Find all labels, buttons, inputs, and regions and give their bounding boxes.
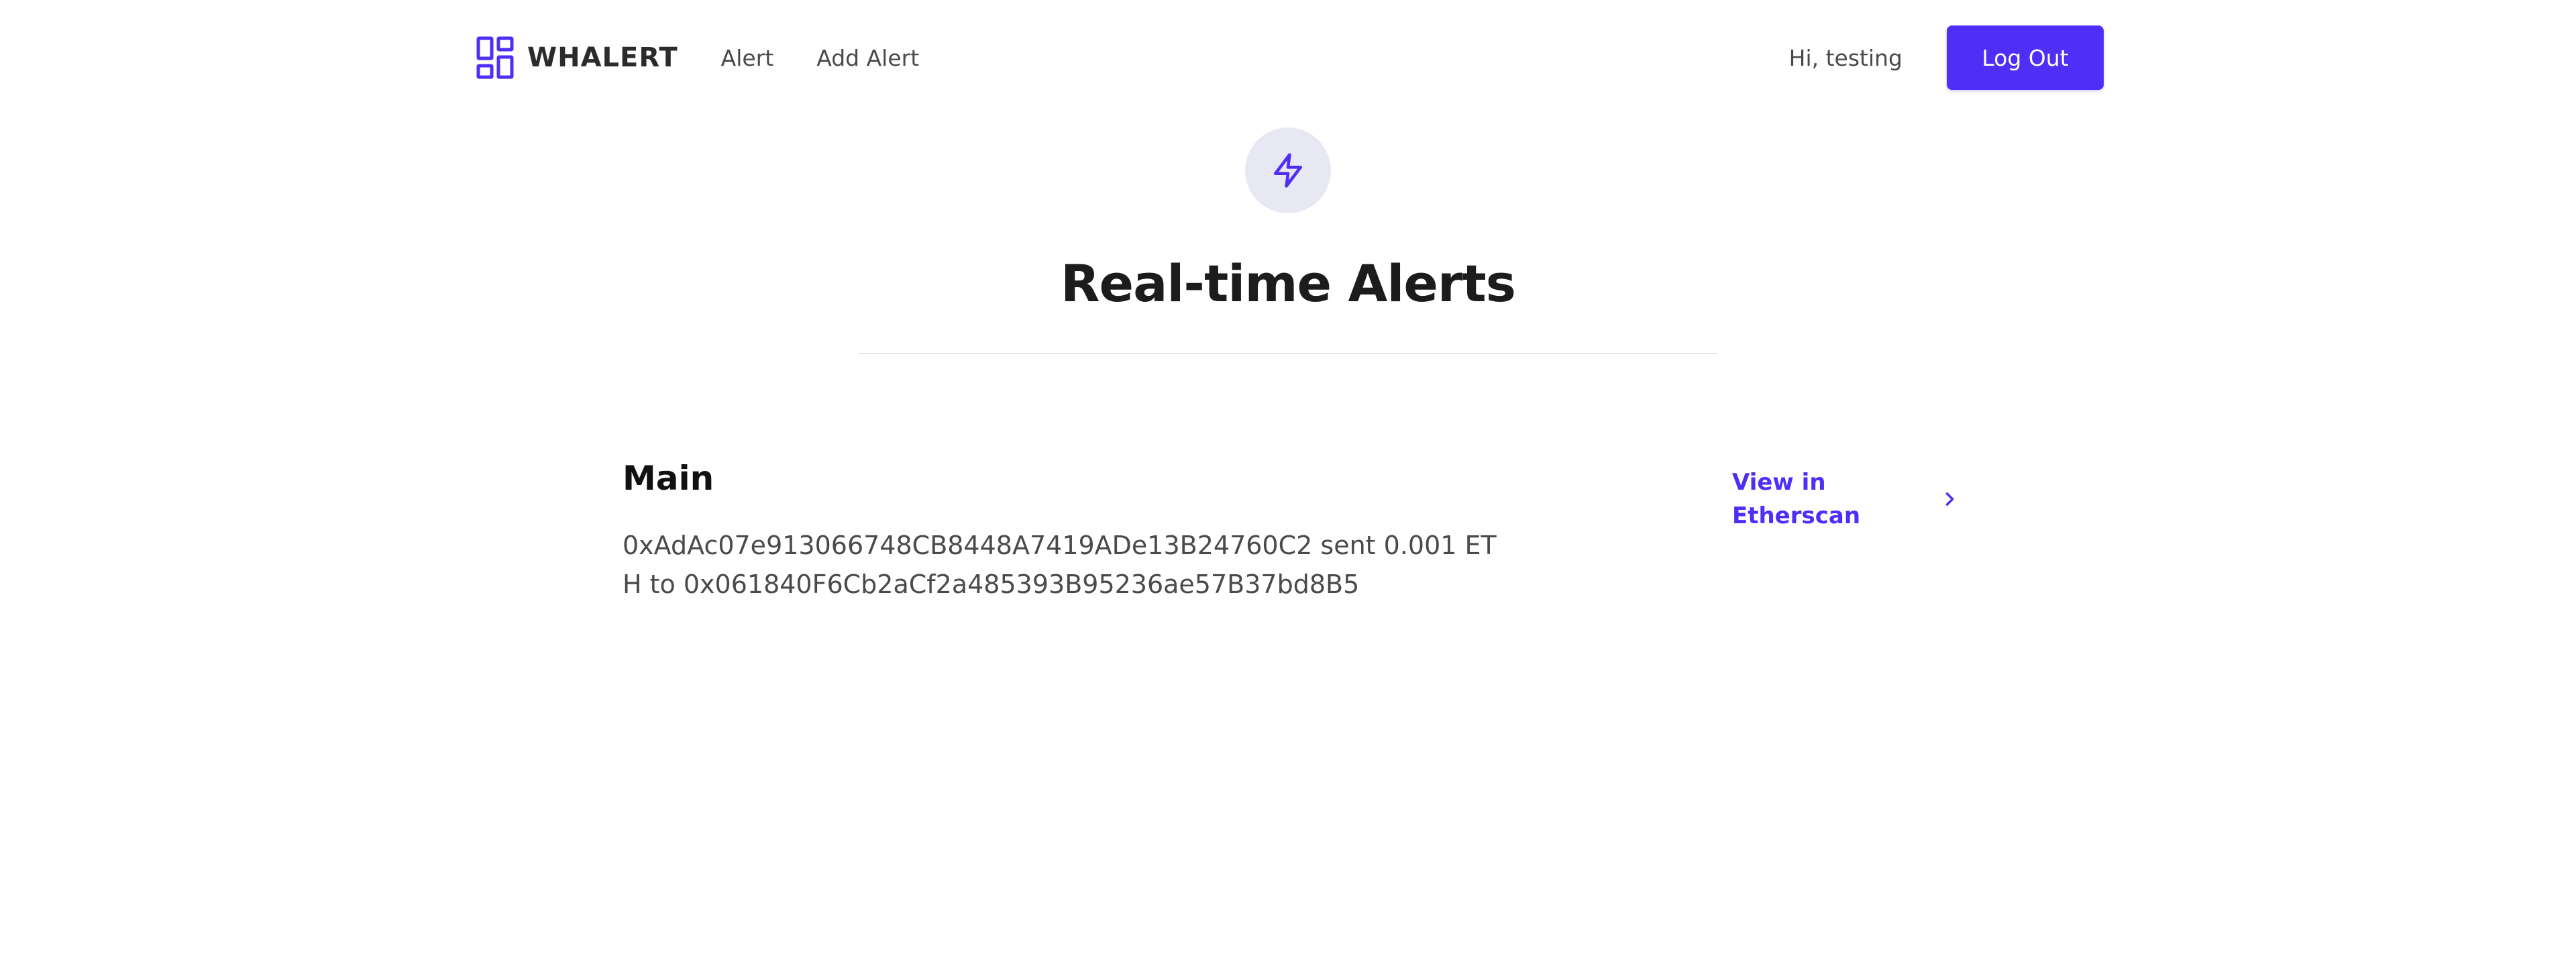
lightning-icon [1274, 153, 1302, 188]
nav-link-add-alert[interactable]: Add Alert [816, 45, 919, 71]
alert-message: 0xAdAc07e913066748CB8448A7419ADe13B24760… [623, 531, 1497, 599]
brand-home-link[interactable]: WHALERT [476, 36, 678, 79]
navbar: WHALERT Alert Add Alert Hi, testing Log … [476, 25, 2104, 90]
hero-icon-badge [1245, 127, 1331, 213]
etherscan-link-label: View in Etherscan [1732, 469, 1861, 529]
alert-item: Main 0xAdAc07e913066748CB8448A7419ADe13B… [623, 459, 1964, 606]
brand-name: WHALERT [527, 42, 678, 73]
logout-button[interactable]: Log Out [1947, 25, 2104, 90]
alert-title: Main [623, 459, 714, 498]
page: WHALERT Alert Add Alert Hi, testing Log … [0, 0, 2576, 966]
title-divider [859, 353, 1717, 354]
nav-link-alert[interactable]: Alert [721, 45, 774, 71]
dashboard-logo-icon [476, 36, 514, 79]
user-greeting: Hi, testing [1788, 44, 1902, 71]
view-in-etherscan-link[interactable]: View in Etherscan [1732, 466, 1964, 533]
page-title: Real-time Alerts [1061, 254, 1516, 313]
chevron-right-icon [1945, 492, 1954, 506]
